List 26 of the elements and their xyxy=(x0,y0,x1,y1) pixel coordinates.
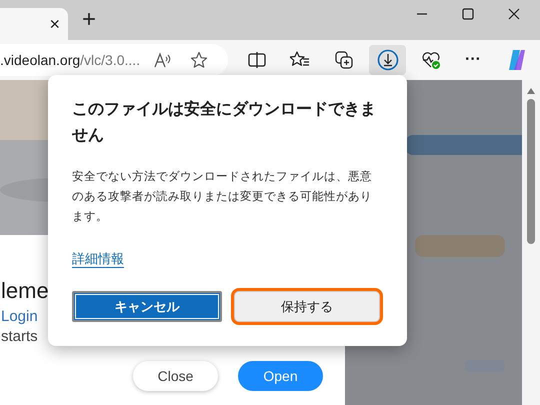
url-text: .videolan.org/vlc/3.0.... xyxy=(0,50,140,70)
scrollbar[interactable] xyxy=(522,80,540,405)
scroll-up-icon[interactable] xyxy=(527,88,535,94)
maximize-icon[interactable] xyxy=(462,8,474,20)
favorites-icon[interactable] xyxy=(290,51,310,69)
collections-icon[interactable] xyxy=(334,50,354,70)
health-icon[interactable] xyxy=(421,50,441,70)
browser-tab[interactable]: × xyxy=(0,8,68,40)
keep-button[interactable]: 保持する xyxy=(234,291,380,322)
close-icon[interactable] xyxy=(508,8,520,20)
details-link[interactable]: 詳細情報 xyxy=(72,251,124,266)
more-button[interactable]: ··· xyxy=(465,48,481,72)
address-bar[interactable]: .videolan.org/vlc/3.0.... xyxy=(0,44,228,76)
scrollbar-thumb[interactable] xyxy=(527,99,535,244)
split-screen-icon[interactable] xyxy=(248,51,266,69)
page-text: starts xyxy=(0,327,38,347)
read-aloud-icon[interactable] xyxy=(154,52,172,68)
close-tab-button[interactable]: × xyxy=(49,10,60,38)
download-icon xyxy=(376,49,398,71)
page-text: Login xyxy=(0,307,38,327)
star-icon[interactable] xyxy=(190,51,208,69)
close-button[interactable]: Close xyxy=(133,361,218,391)
download-button[interactable] xyxy=(369,45,406,75)
page-heading: leme xyxy=(0,277,49,305)
new-tab-button[interactable]: + xyxy=(82,8,96,32)
cancel-button[interactable]: キャンセル xyxy=(72,291,222,322)
